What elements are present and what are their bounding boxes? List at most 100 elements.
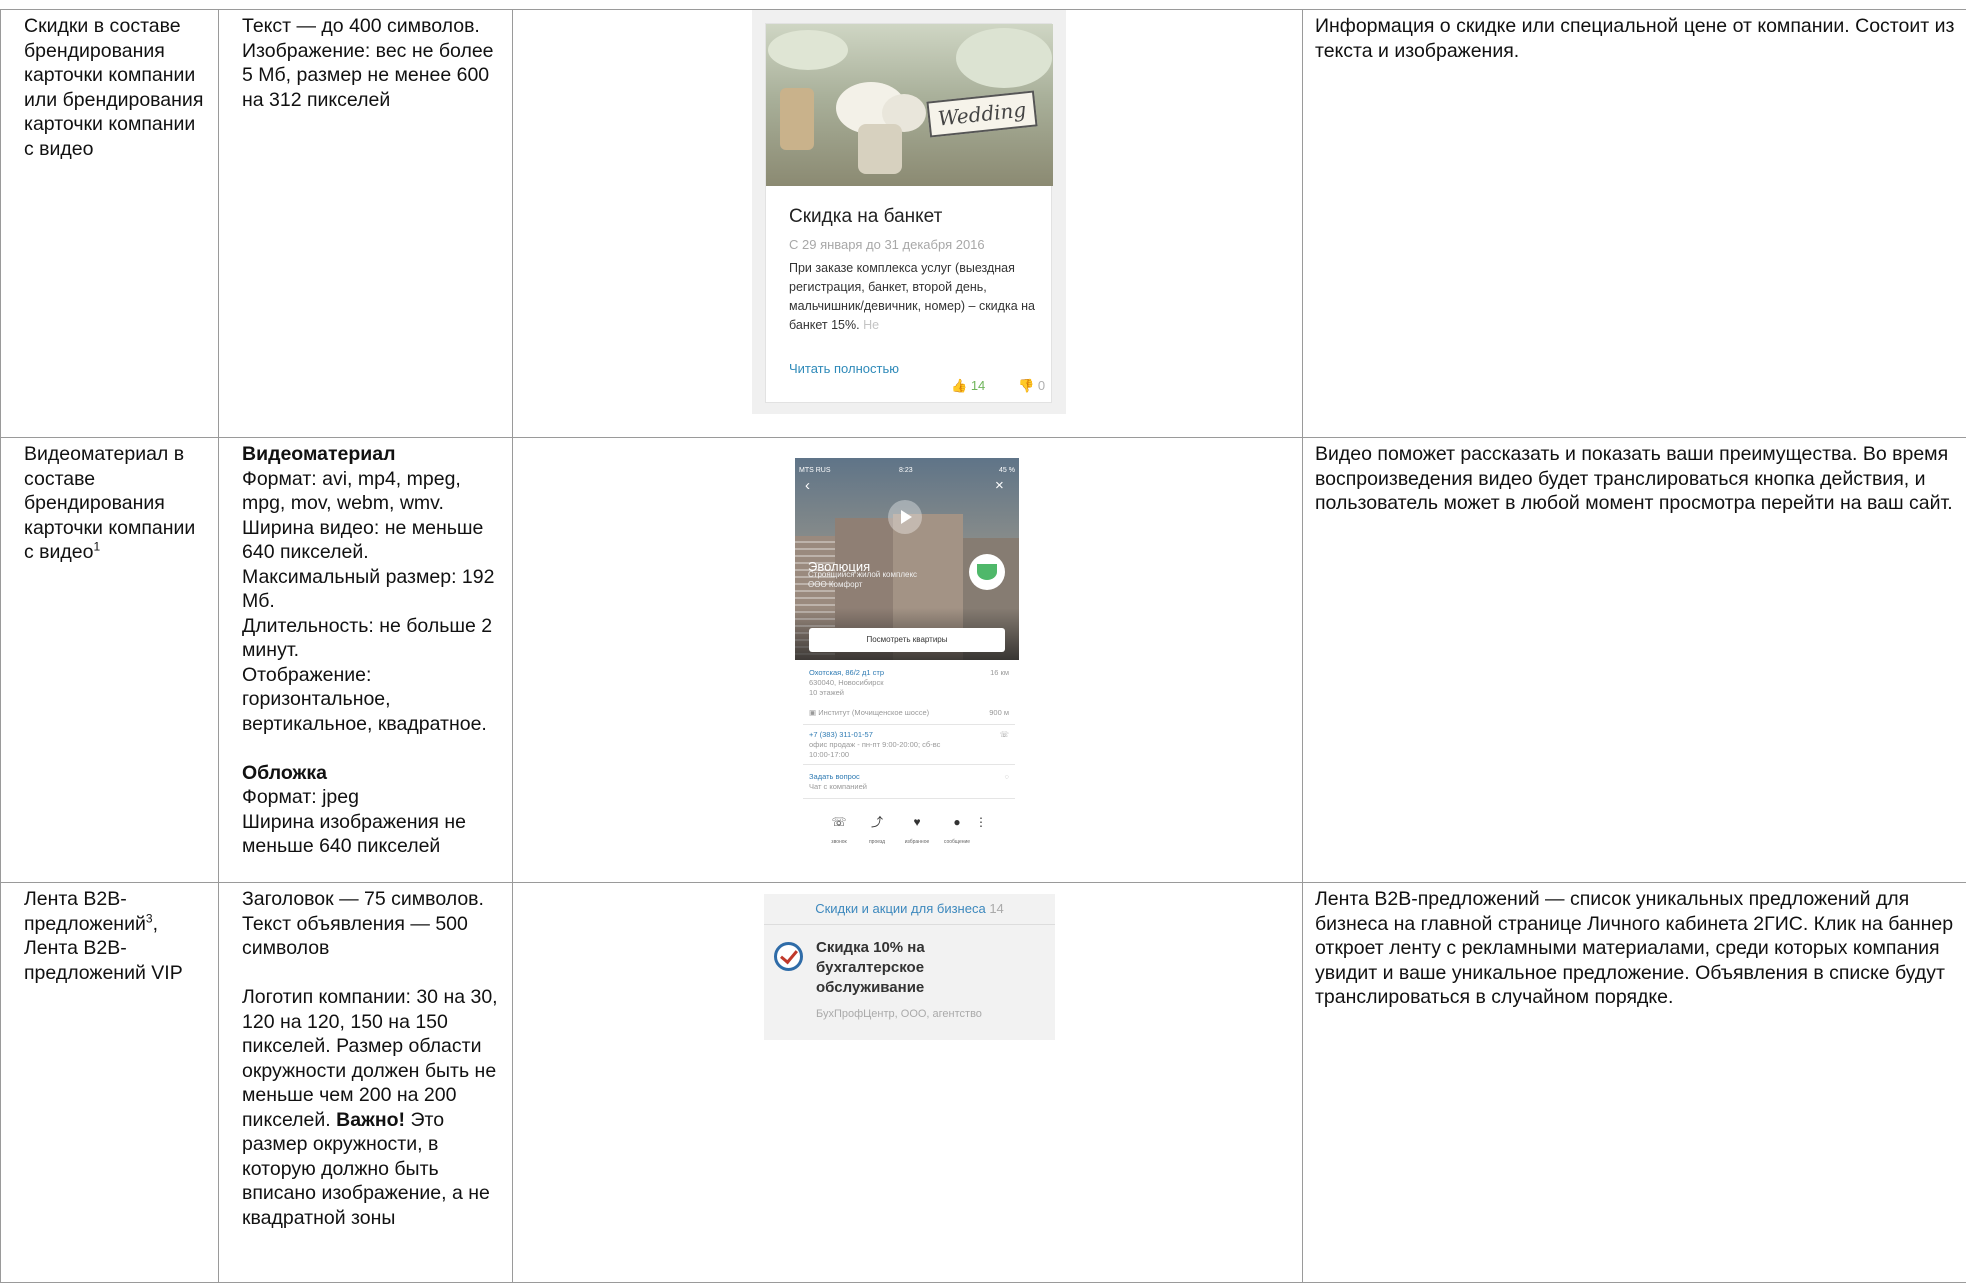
requirement-line: Формат: avi, mp4, mpeg, mpg, mov, webm, … — [242, 467, 500, 516]
view-apartments-button[interactable]: Посмотреть квартиры — [809, 628, 1005, 652]
tab-favorite[interactable]: ♥ избранное — [897, 814, 937, 855]
card-title: Скидка на банкет — [789, 205, 942, 230]
ask-question-link[interactable]: Задать вопрос — [809, 772, 1013, 782]
requirement-line: Длительность: не больше 2 минут. — [242, 614, 500, 663]
requirement-line: Текст объявления — 500 символов — [242, 912, 500, 961]
requirement-line: Ширина видео: не меньше 640 пикселей. — [242, 516, 500, 565]
bus-icon: ▣ — [809, 708, 816, 717]
phone-icon: ☏ — [1000, 730, 1009, 740]
phone-icon: ☏ — [819, 814, 859, 830]
b2b-feed-example[interactable]: Скидки и акции для бизнеса 14 Скидка 10%… — [764, 894, 1055, 1040]
b2b-offer-title[interactable]: Скидка 10% на бухгалтерское обслуживание — [816, 938, 1036, 998]
stop-block: ▣ Институт (Мочищенское шоссе) 900 м — [809, 708, 1013, 718]
description-text: Лента B2B-предложений — список уникальны… — [1315, 888, 1953, 1008]
placement-name: Видеоматериал в составе брендирования ка… — [1, 438, 219, 883]
example-cell: MTS RUS 8:23 45 % ‹ × Эволюция Строящийс… — [513, 438, 1303, 883]
company-badge-icon — [774, 942, 803, 971]
like-count: 14 — [971, 378, 985, 393]
requirement-line: Формат: jpeg — [242, 785, 500, 810]
discount-card: Wedding Скидка на банкет С 29 января до … — [765, 23, 1052, 403]
video-subtitle-line: Строящийся жилой комплекс — [808, 570, 917, 580]
card-dates: С 29 января до 31 декабря 2016 — [789, 233, 985, 258]
heart-icon: ♥ — [897, 814, 937, 830]
stop-distance: 900 м — [989, 708, 1009, 718]
close-icon[interactable]: × — [995, 474, 1004, 499]
tab-label: сообщение — [944, 839, 970, 845]
video-preview[interactable]: MTS RUS 8:23 45 % ‹ × Эволюция Строящийс… — [795, 458, 1019, 660]
card-description-fade: Не — [863, 318, 879, 332]
placement-name: Скидки в составе брендирования карточки … — [1, 10, 219, 438]
thumbs-up-icon: 👍 — [951, 378, 967, 393]
phone-mockup: MTS RUS 8:23 45 % ‹ × Эволюция Строящийс… — [795, 458, 1019, 856]
address-link[interactable]: Охотская, 86/2 д1 стр — [809, 668, 1013, 678]
description-cell: Лента B2B-предложений — список уникальны… — [1303, 883, 1966, 1283]
tab-route[interactable]: ⤴ проезд — [857, 814, 897, 855]
table-row: Скидки в составе брендирования карточки … — [1, 10, 1966, 438]
tab-call[interactable]: ☏ звонок — [819, 814, 859, 855]
requirement-line: Ширина изображения не меньше 640 пикселе… — [242, 810, 500, 859]
dislike-counter[interactable]: 👎 0 — [1018, 374, 1045, 399]
discount-card-example: Wedding Скидка на банкет С 29 января до … — [752, 10, 1066, 414]
tab-label: избранное — [905, 839, 930, 845]
b2b-feed-count: 14 — [989, 901, 1003, 916]
more-icon[interactable]: ⋮ — [971, 814, 991, 830]
requirement-line: Текст — до 400 символов. — [242, 14, 500, 39]
b2b-feed-title: Скидки и акции для бизнеса — [815, 901, 986, 916]
table-row: Лента B2B-предложений3, Лента B2B-предло… — [1, 883, 1966, 1283]
dislike-count: 0 — [1038, 378, 1045, 393]
address-line: 630040, Новосибирск — [809, 678, 1013, 688]
tab-label: проезд — [869, 839, 885, 845]
b2b-offer-company: БухПрофЦентр, ООО, агентство — [816, 1002, 982, 1027]
stop-name: Институт (Мочищенское шоссе) — [818, 708, 929, 717]
card-description-text: При заказе комплекса услуг (выездная рег… — [789, 261, 1035, 332]
back-icon[interactable]: ‹ — [805, 474, 810, 499]
placement-name-text: Лента B2B-предложений VIP — [24, 937, 183, 984]
placement-name-text: Лента B2B-предложений — [24, 888, 146, 935]
description-cell: Видео поможет рассказать и показать ваши… — [1303, 438, 1966, 883]
thumbs-down-icon: 👎 — [1018, 378, 1034, 393]
phone-block[interactable]: +7 (383) 311-01-57 ☏ офис продаж - пн-пт… — [809, 730, 1013, 760]
requirement-line: Заголовок — 75 символов. — [242, 887, 500, 912]
read-more-link[interactable]: Читать полностью — [789, 357, 899, 382]
footnote-marker: 1 — [94, 540, 101, 554]
ask-block[interactable]: Задать вопрос ◌ Чат с компанией — [809, 772, 1013, 792]
phone-hours: 10:00-17:00 — [809, 750, 1013, 760]
description-text: Видео поможет рассказать и показать ваши… — [1315, 443, 1953, 514]
address-line: 10 этажей — [809, 688, 1013, 698]
phone-hours: офис продаж - пн-пт 9:00-20:00; сб-вс — [809, 740, 1013, 750]
address-distance: 16 км — [990, 668, 1009, 678]
placement-name-text: Видеоматериал в составе брендирования ка… — [24, 443, 195, 563]
requirement-line: Отображение: горизонтальное, вертикально… — [242, 663, 500, 737]
ask-subtitle: Чат с компанией — [809, 782, 1013, 792]
spec-table: Скидки в составе брендирования карточки … — [0, 9, 1966, 1283]
company-logo — [969, 554, 1005, 590]
description-cell: Информация о скидке или специальной цене… — [1303, 10, 1966, 438]
like-counter[interactable]: 👍 14 — [951, 374, 985, 399]
wedding-photo: Wedding — [766, 24, 1053, 186]
b2b-feed-header: Скидки и акции для бизнеса 14 — [764, 894, 1055, 924]
requirements-cell: Текст — до 400 символов. Изображение: ве… — [219, 10, 513, 438]
video-heading: Видеоматериал — [242, 442, 500, 467]
example-cell: Скидки и акции для бизнеса 14 Скидка 10%… — [513, 883, 1303, 1283]
clock: 8:23 — [899, 459, 913, 484]
requirements-cell: Заголовок — 75 символов. Текст объявлени… — [219, 883, 513, 1283]
chat-icon: ◌ — [1005, 772, 1009, 782]
video-subtitle: Строящийся жилой комплекс ООО Комфорт — [808, 570, 917, 590]
card-description: При заказе комплекса услуг (выездная рег… — [789, 259, 1039, 335]
requirement-line: Изображение: вес не более 5 Мб, размер н… — [242, 39, 500, 113]
address-block[interactable]: Охотская, 86/2 д1 стр 16 км 630040, Ново… — [809, 668, 1013, 698]
requirement-line: Максимальный размер: 192 Мб. — [242, 565, 500, 614]
footnote-marker: 3 — [146, 911, 153, 925]
description-text: Информация о скидке или специальной цене… — [1315, 15, 1954, 62]
important-note: Важно! — [336, 1109, 405, 1131]
video-company: ООО Комфорт — [808, 580, 917, 590]
play-icon[interactable] — [888, 500, 922, 534]
status-bar: MTS RUS 8:23 45 % — [795, 458, 1019, 468]
table-row: Видеоматериал в составе брендирования ка… — [1, 438, 1966, 883]
route-icon: ⤴ — [857, 814, 897, 830]
carrier-label: MTS RUS — [799, 467, 831, 474]
wedding-sign: Wedding — [926, 90, 1037, 137]
phone-link[interactable]: +7 (383) 311-01-57 — [809, 730, 1013, 740]
tab-label: звонок — [831, 839, 846, 845]
placement-name: Лента B2B-предложений3, Лента B2B-предло… — [1, 883, 219, 1283]
